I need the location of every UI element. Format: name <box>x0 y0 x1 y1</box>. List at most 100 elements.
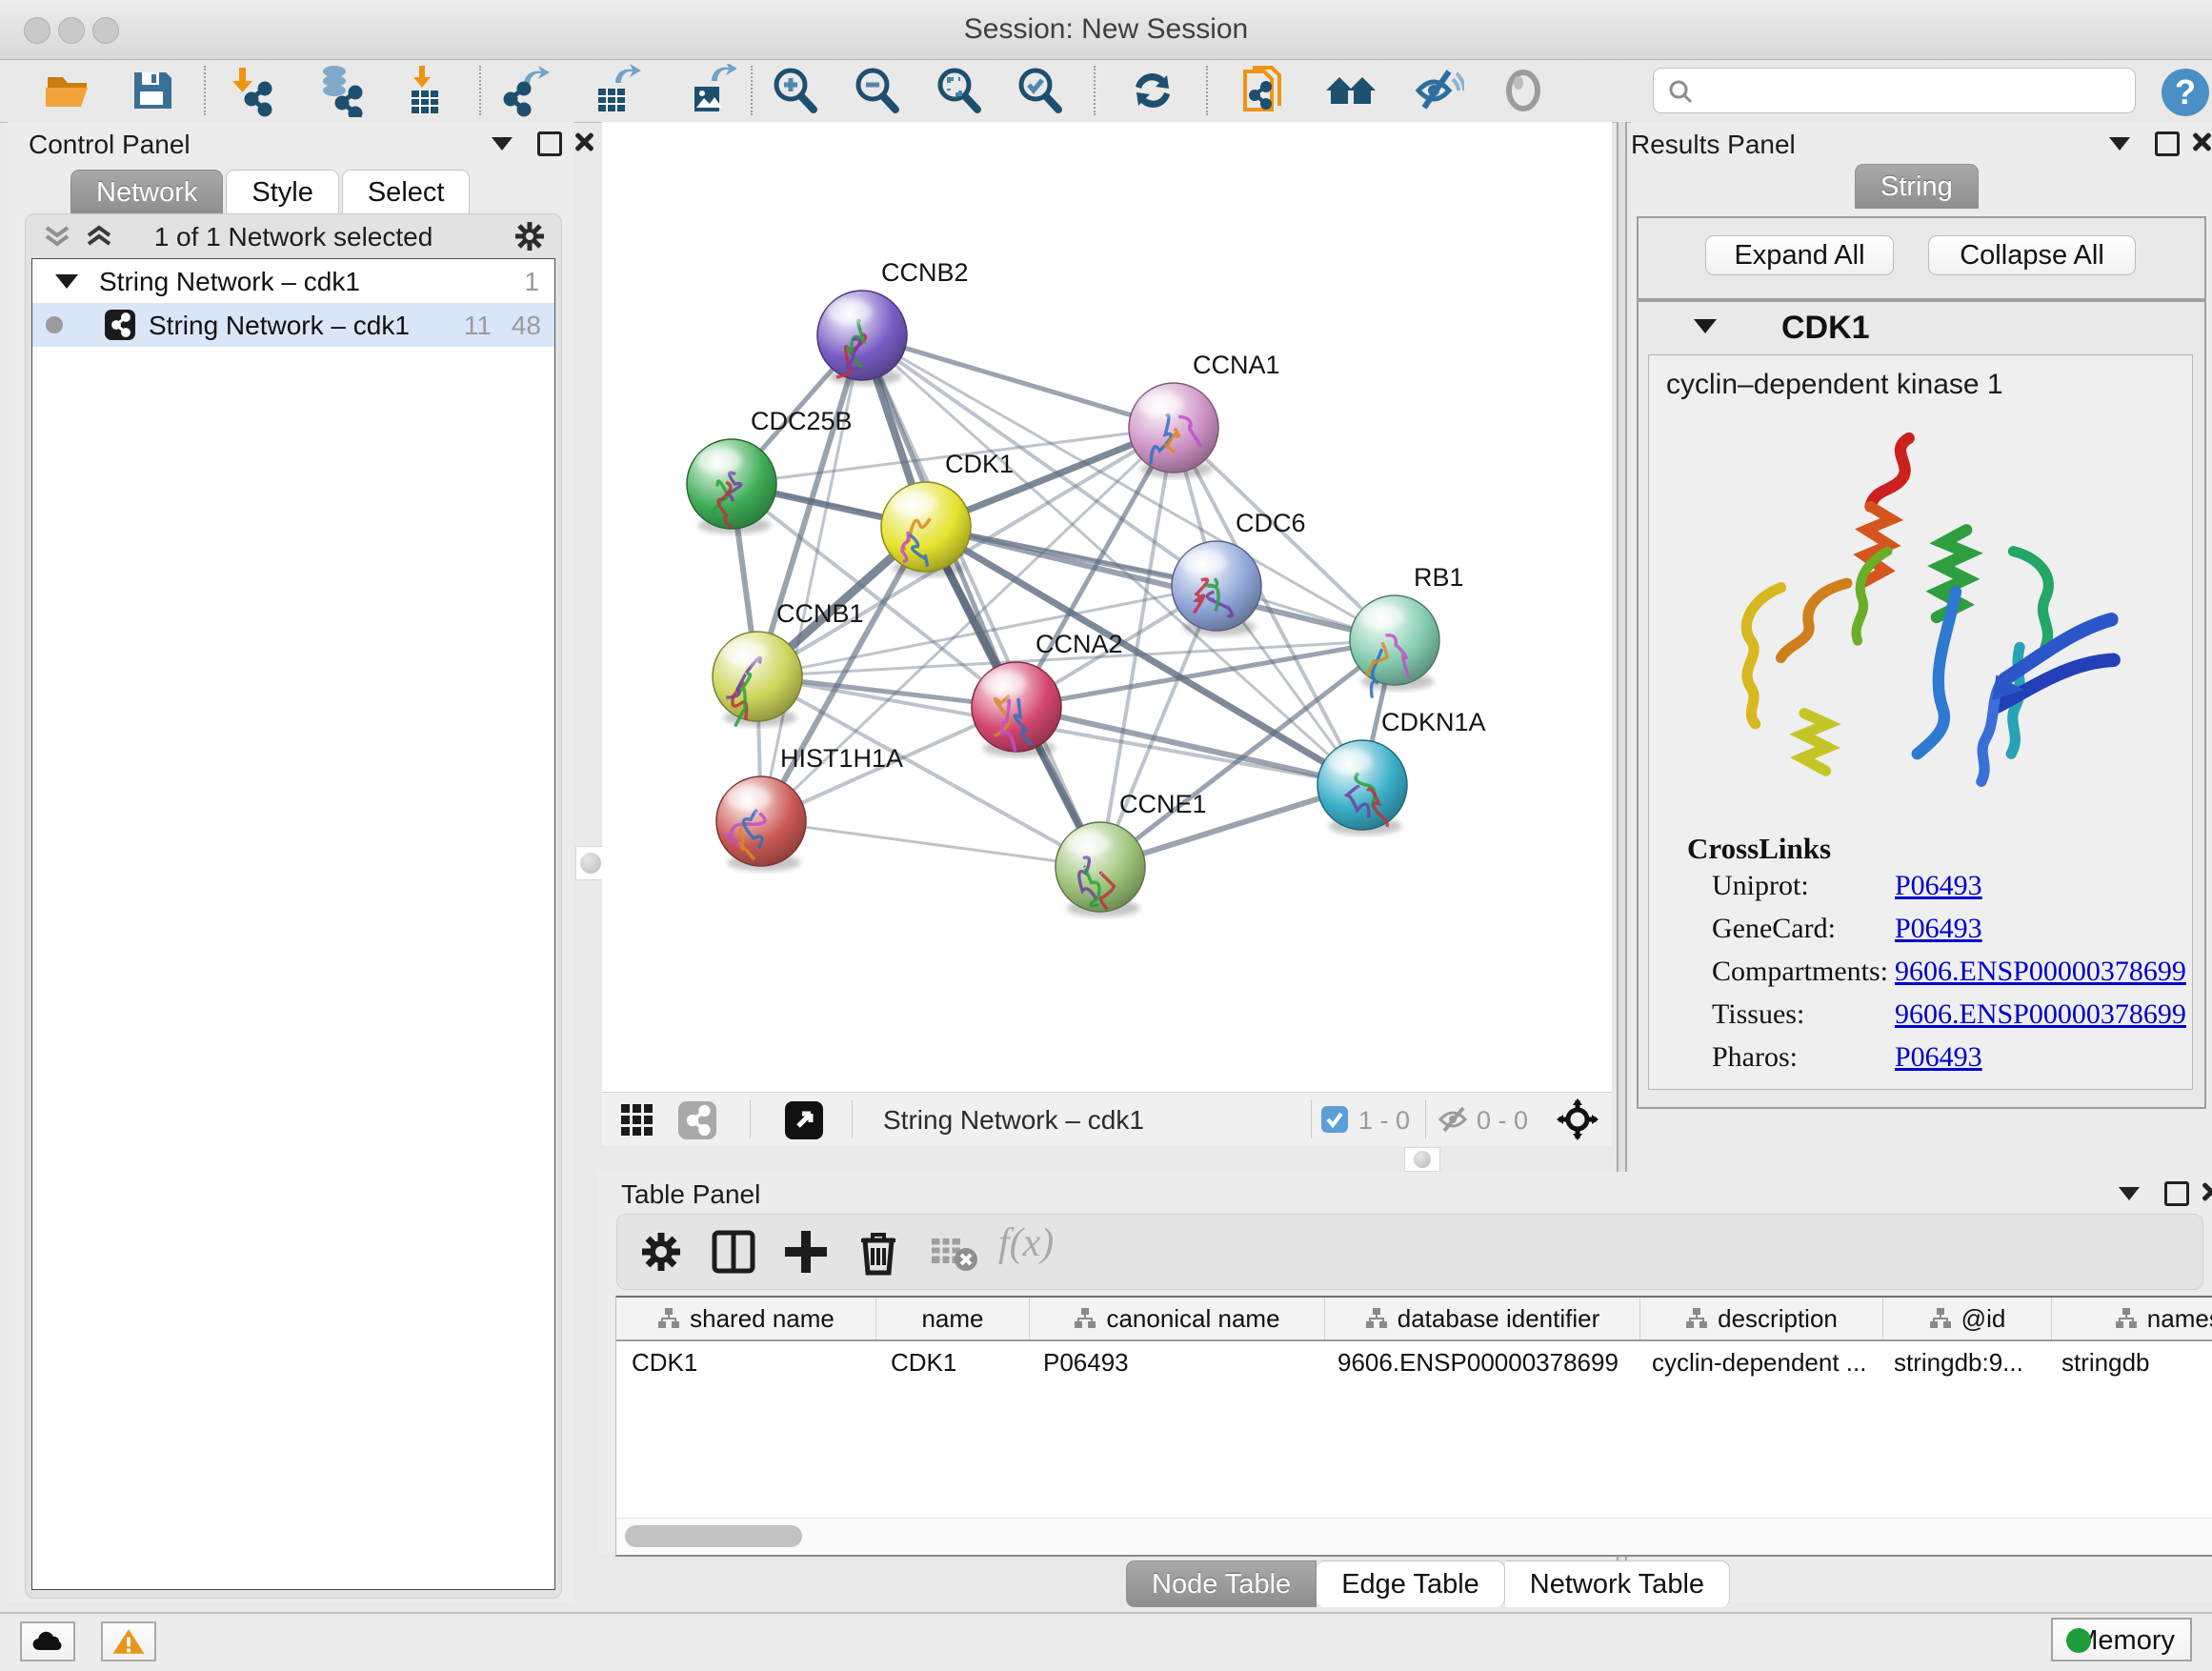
function-builder-icon[interactable]: f(x) <box>998 1220 1054 1266</box>
crosslink-link[interactable]: 9606.ENSP00000378699 <box>1895 998 2186 1031</box>
table-row[interactable]: CDK1CDK1P064939606.ENSP00000378699cyclin… <box>616 1341 2212 1387</box>
panel-float-icon[interactable] <box>2155 131 2180 156</box>
delete-column-icon[interactable] <box>852 1225 905 1278</box>
network-collection-row[interactable]: String Network – cdk1 1 <box>32 259 554 303</box>
zoom-out-icon[interactable] <box>850 64 903 117</box>
save-session-icon[interactable] <box>126 64 179 117</box>
import-network-database-icon[interactable] <box>312 64 365 117</box>
expand-all-button[interactable]: Expand All <box>1705 235 1894 275</box>
table-cell[interactable]: cyclin-dependent ... <box>1637 1341 1879 1387</box>
crosslink-link[interactable]: 9606.ENSP00000378699 <box>1895 956 2186 988</box>
table-cell[interactable]: CDK1 <box>616 1341 875 1387</box>
column-header-description[interactable]: description <box>1640 1298 1883 1339</box>
show-all-icon[interactable] <box>1497 64 1550 117</box>
panel-close-icon[interactable] <box>2201 1181 2212 1202</box>
hidden-eye-icon[interactable] <box>1437 1105 1469 1134</box>
delete-table-icon[interactable] <box>926 1225 979 1278</box>
network-node-HIST1H1A[interactable]: HIST1H1A <box>716 744 903 872</box>
memory-button[interactable]: Memory <box>2051 1618 2192 1661</box>
network-edge-CCNE1-HIST1H1A[interactable] <box>761 821 1100 867</box>
tab-style[interactable]: Style <box>226 170 338 214</box>
refresh-icon[interactable] <box>1126 64 1179 117</box>
network-node-CDK1[interactable]: CDK1 <box>881 450 1014 577</box>
table-options-gear-icon[interactable] <box>634 1225 688 1278</box>
column-header-namespace[interactable]: namespace <box>2052 1298 2212 1339</box>
crosslink-link[interactable]: P06493 <box>1895 870 1982 902</box>
network-options-gear-icon[interactable] <box>513 220 546 252</box>
network-edge-CCNA2-CDKN1A[interactable] <box>1016 707 1362 785</box>
network-row-selected[interactable]: String Network – cdk1 11 48 <box>32 303 554 347</box>
import-table-file-icon[interactable] <box>398 64 452 117</box>
export-network-icon[interactable] <box>499 64 553 117</box>
panel-close-icon[interactable] <box>2191 131 2212 152</box>
table-cell[interactable]: 9606.ENSP00000378699 <box>1322 1341 1637 1387</box>
collapse-all-button[interactable]: Collapse All <box>1928 235 2136 275</box>
table-panel-title: Table Panel <box>621 1179 760 1210</box>
network-edge-CCNB2-CCNE1[interactable] <box>862 335 1100 867</box>
tab-node-table[interactable]: Node Table <box>1126 1560 1317 1607</box>
table-cell[interactable]: CDK1 <box>875 1341 1028 1387</box>
export-table-icon[interactable] <box>589 64 642 117</box>
home-icon[interactable] <box>1324 64 1377 117</box>
network-node-RB1[interactable]: RB1 <box>1350 563 1464 698</box>
network-node-CDC6[interactable]: CDC6 <box>1172 509 1306 636</box>
add-column-icon[interactable] <box>779 1225 833 1278</box>
panel-collapse-icon[interactable] <box>2109 137 2130 151</box>
help-icon[interactable]: ? <box>2159 66 2212 119</box>
column-header-@id[interactable]: @id <box>1883 1298 2052 1339</box>
crosslink-link[interactable]: P06493 <box>1895 913 1982 945</box>
selected-checkbox-icon[interactable] <box>1320 1105 1349 1134</box>
network-file-icon[interactable] <box>1237 64 1291 117</box>
tab-select[interactable]: Select <box>342 170 471 214</box>
column-header-name[interactable]: name <box>876 1298 1030 1339</box>
panel-collapse-icon[interactable] <box>2119 1187 2140 1200</box>
table-cell[interactable]: P06493 <box>1028 1341 1322 1387</box>
zoom-in-icon[interactable] <box>768 64 821 117</box>
zoom-selected-icon[interactable] <box>1013 64 1066 117</box>
table-horizontal-scrollbar[interactable] <box>616 1518 2212 1555</box>
crosslink-link[interactable]: P06493 <box>1895 1041 1982 1074</box>
network-edge-CCNB2-CCNA1[interactable] <box>862 335 1174 428</box>
collection-label: String Network – cdk1 <box>99 267 360 297</box>
panel-close-icon[interactable] <box>573 131 594 152</box>
warnings-icon[interactable] <box>101 1621 156 1661</box>
gene-section-caret-icon[interactable] <box>1694 319 1717 333</box>
network-canvas[interactable]: CCNB2CCNA1CDC25BCDK1CDC6RB1CCNB1CCNA2CDK… <box>602 122 1612 1092</box>
network-node-CCNA1[interactable]: CCNA1 <box>1129 351 1280 478</box>
table-tabs: Node TableEdge TableNetwork Table <box>1126 1560 1730 1607</box>
panel-float-icon[interactable] <box>537 131 562 156</box>
network-node-CCNB1[interactable]: CCNB1 <box>713 599 864 727</box>
horizontal-splitter-handle[interactable] <box>1404 1147 1440 1172</box>
open-session-icon[interactable] <box>42 64 95 117</box>
cloud-status-icon[interactable] <box>20 1621 75 1661</box>
column-type-icon <box>1929 1307 1952 1330</box>
tab-network[interactable]: Network <box>70 170 223 214</box>
show-columns-icon[interactable] <box>707 1225 760 1278</box>
export-image-icon[interactable] <box>683 64 736 117</box>
column-header-shared-name[interactable]: shared name <box>616 1298 876 1339</box>
string-view-icon[interactable] <box>678 1101 716 1139</box>
crosslink-row: Pharos:P06493 <box>1712 1041 2188 1074</box>
import-network-file-icon[interactable] <box>223 64 276 117</box>
hide-selected-icon[interactable] <box>1411 64 1464 117</box>
column-header-database-identifier[interactable]: database identifier <box>1325 1298 1640 1339</box>
grid-view-icon[interactable] <box>620 1103 654 1137</box>
zoom-fit-icon[interactable] <box>932 64 985 117</box>
collection-caret-icon[interactable] <box>55 274 78 289</box>
column-header-label: shared name <box>690 1304 835 1334</box>
tab-edge-table[interactable]: Edge Table <box>1317 1560 1505 1607</box>
scrollbar-thumb[interactable] <box>625 1525 802 1547</box>
network-node-CCNE1[interactable]: CCNE1 <box>1056 790 1207 917</box>
panel-collapse-icon[interactable] <box>492 137 513 151</box>
table-cell[interactable]: stringdb <box>2046 1341 2212 1387</box>
tab-network-table[interactable]: Network Table <box>1505 1560 1730 1607</box>
birdseye-view-icon[interactable] <box>785 1101 823 1139</box>
network-node-CCNB2[interactable]: CCNB2 <box>817 258 969 386</box>
column-header-canonical-name[interactable]: canonical name <box>1030 1298 1325 1339</box>
search-input[interactable] <box>1703 72 2126 109</box>
reset-position-icon[interactable] <box>1557 1098 1599 1140</box>
network-node-CDKN1A[interactable]: CDKN1A <box>1317 708 1486 836</box>
tab-string[interactable]: String <box>1855 164 1979 209</box>
panel-float-icon[interactable] <box>2164 1181 2189 1206</box>
table-cell[interactable]: stringdb:9... <box>1879 1341 2046 1387</box>
